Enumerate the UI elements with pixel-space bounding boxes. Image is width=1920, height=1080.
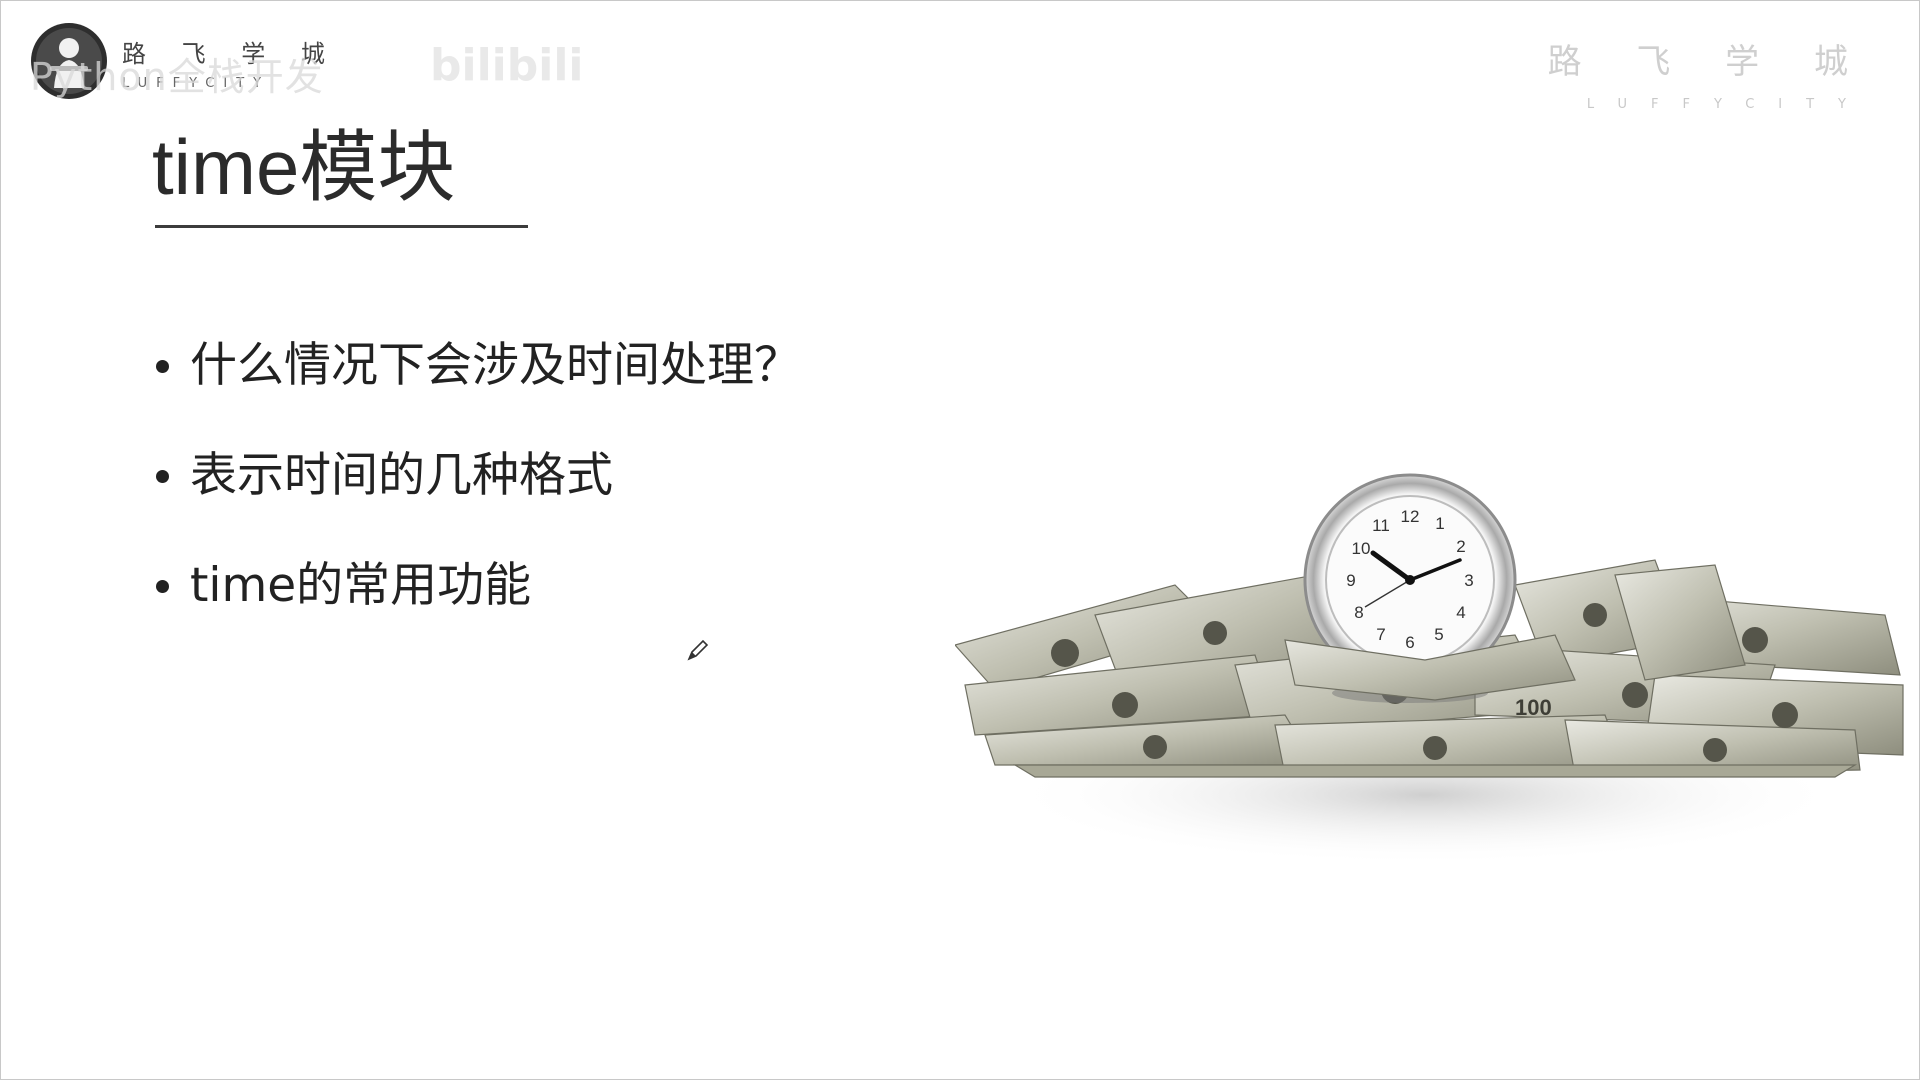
- svg-text:11: 11: [1372, 516, 1390, 535]
- slide-title: time模块: [152, 123, 456, 211]
- svg-text:5: 5: [1434, 625, 1443, 644]
- title-underline: [155, 225, 528, 228]
- svg-text:9: 9: [1346, 571, 1355, 590]
- bullet-text: 什么情况下会涉及时间处理？: [190, 338, 801, 393]
- bill-label: 100: [1515, 695, 1552, 720]
- svg-text:3: 3: [1464, 571, 1473, 590]
- brand-name-en-right: LUFFYCITY: [1586, 97, 1870, 112]
- svg-text:2: 2: [1456, 537, 1465, 556]
- svg-text:1: 1: [1435, 514, 1444, 533]
- bullet-text: time的常用功能: [190, 558, 532, 613]
- bullet-item: 表示时间的几种格式: [152, 440, 801, 550]
- bullet-text: 表示时间的几种格式: [190, 448, 613, 503]
- bullet-dot-icon: [156, 360, 169, 373]
- svg-text:12: 12: [1401, 507, 1420, 526]
- svg-text:7: 7: [1376, 625, 1385, 644]
- brand-logo-right: 路 飞 学 城 LUFFYCITY: [1548, 34, 1870, 112]
- svg-text:6: 6: [1405, 633, 1414, 652]
- brand-name-cn-right: 路 飞 学 城: [1547, 42, 1870, 82]
- svg-text:4: 4: [1456, 603, 1465, 622]
- video-watermark: Python全栈开发: [30, 55, 324, 99]
- svg-text:10: 10: [1352, 539, 1371, 558]
- clock-money-illustration: 100 100 12 1 2 3 4 5 6 7 8 9 10 11: [955, 473, 1904, 865]
- bilibili-watermark: bilibili: [430, 40, 584, 91]
- bullet-item: 什么情况下会涉及时间处理？: [152, 330, 801, 440]
- brand-logo-left: 路 飞 学 城 LUFFYCITY Python全栈开发 bilibili: [30, 22, 583, 102]
- bullet-list: 什么情况下会涉及时间处理？ 表示时间的几种格式 time的常用功能: [152, 330, 801, 660]
- pen-cursor-icon: [687, 639, 709, 661]
- bullet-dot-icon: [156, 580, 169, 593]
- svg-text:8: 8: [1354, 603, 1363, 622]
- bullet-dot-icon: [156, 470, 169, 483]
